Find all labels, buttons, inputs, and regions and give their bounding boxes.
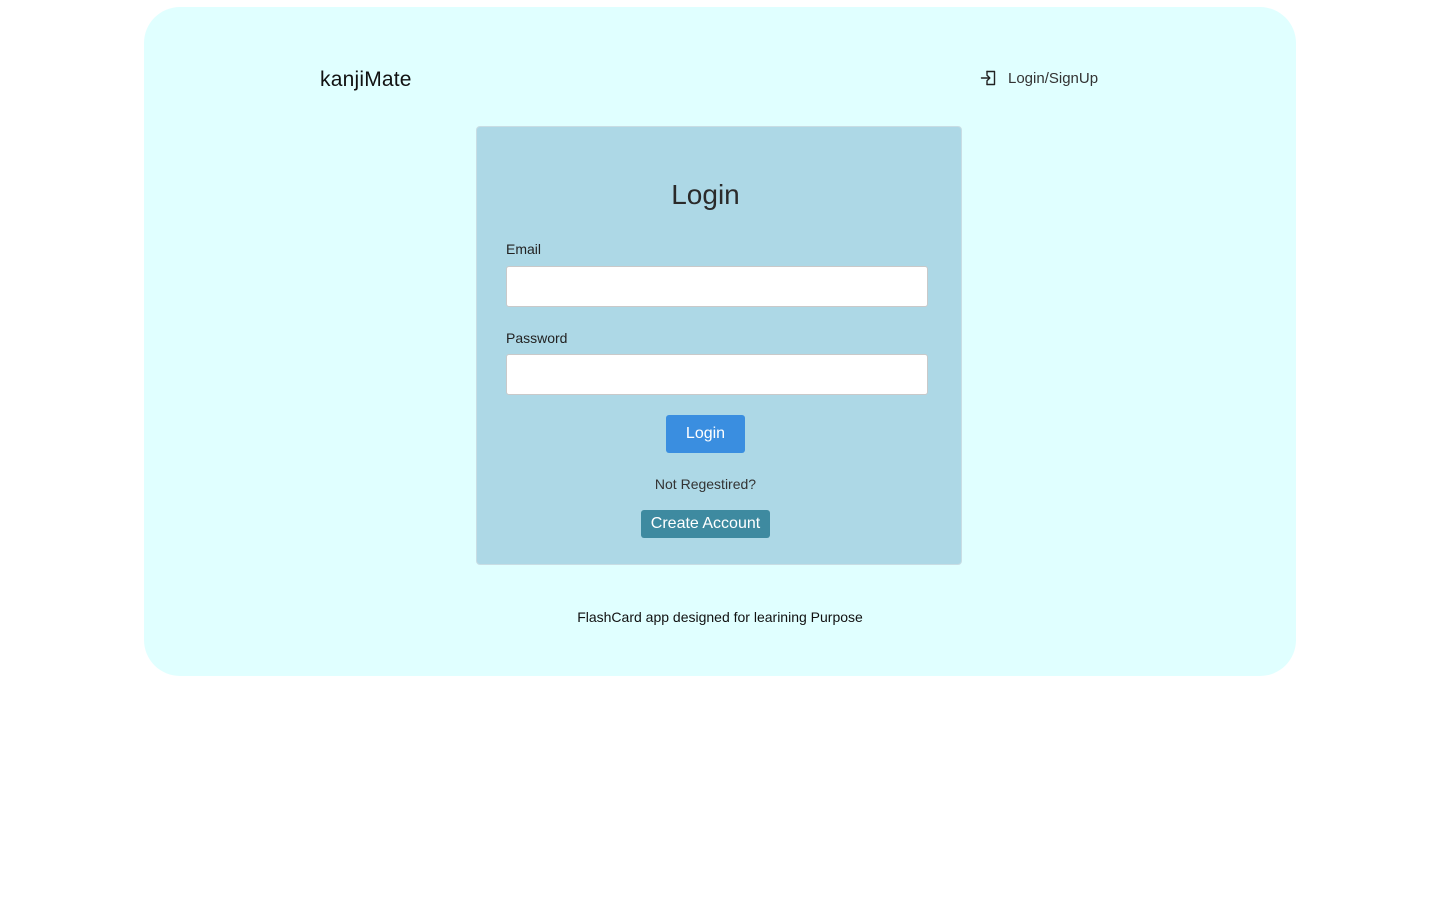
login-button[interactable]: Login — [666, 415, 745, 453]
login-arrow-icon — [980, 69, 998, 87]
login-title: Login — [671, 179, 740, 210]
password-input[interactable] — [506, 354, 928, 395]
login-panel: Login Email Password Login Not Regestire… — [476, 126, 962, 565]
nav-login-signup-link[interactable]: Login/SignUp — [980, 69, 1098, 87]
email-label: Email — [506, 241, 542, 257]
not-registered-text: Not Regestired? — [654, 476, 757, 492]
password-label: Password — [506, 330, 568, 346]
brand-logo-text[interactable]: kanjiMate — [320, 68, 412, 92]
nav-login-signup-label: Login/SignUp — [1008, 69, 1099, 87]
page-card: kanjiMate Login/SignUp Login Email Passw… — [144, 7, 1296, 676]
email-input[interactable] — [506, 266, 928, 307]
create-account-button[interactable]: Create Account — [641, 510, 770, 538]
footer-text: FlashCard app designed for learining Pur… — [577, 609, 863, 625]
